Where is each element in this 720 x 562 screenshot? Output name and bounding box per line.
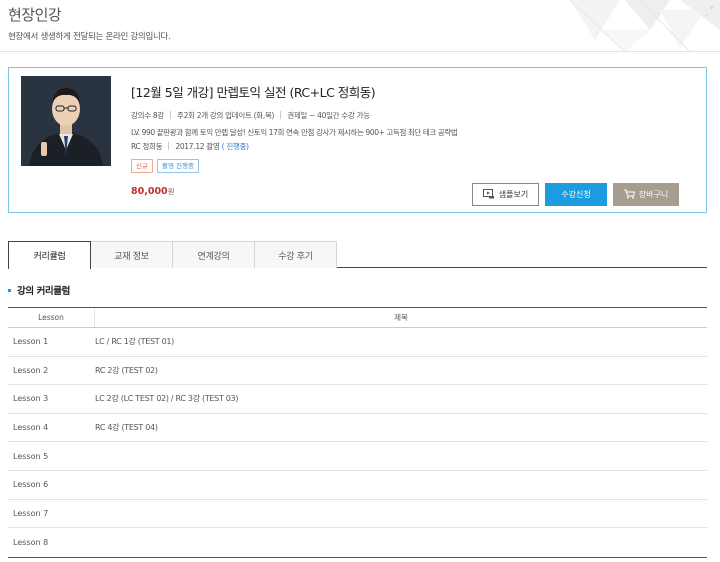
table-row: Lesson 4 RC 4강 (TEST 04) — [8, 414, 707, 443]
meta-separator — [280, 111, 282, 119]
lesson-number: Lesson 7 — [13, 508, 49, 518]
apply-button[interactable]: 수강신청 — [545, 183, 607, 206]
lesson-number: Lesson 3 — [13, 394, 49, 404]
teacher-info: RC 정희동 2017.12 촬영 ( 진행중) — [131, 141, 249, 152]
decorative-pattern — [530, 0, 720, 52]
tab-textbook-info[interactable]: 교재 정보 — [90, 241, 173, 268]
table-row: Lesson 1 LC / RC 1강 (TEST 01) — [8, 328, 707, 357]
lesson-title: LC / RC 1강 (TEST 01) — [95, 337, 174, 347]
lesson-title: RC 2강 (TEST 02) — [95, 365, 158, 375]
tab-curriculum[interactable]: 커리큘럼 — [8, 241, 91, 269]
meta-separator — [169, 111, 171, 119]
page-description: 현장에서 생생하게 전달되는 온라인 강의입니다. — [8, 32, 171, 42]
lesson-number: Lesson 6 — [13, 480, 49, 490]
recording-date: 2017.12 촬영 — [175, 142, 220, 151]
course-badges: 신규 촬영 진행중 — [131, 159, 199, 173]
header-divider — [0, 51, 720, 52]
course-title: [12월 5일 개강] 만렙토익 실전 (RC+LC 정희동) — [131, 85, 376, 100]
curriculum-title-text: 강의 커리큘럼 — [17, 286, 70, 297]
curriculum-section-title: 강의 커리큘럼 — [8, 283, 70, 297]
new-badge: 신규 — [131, 159, 153, 173]
price-value: 80,000 — [131, 186, 168, 197]
subject-column-header: 제목 — [394, 313, 408, 322]
tab-reviews[interactable]: 수강 후기 — [254, 241, 337, 268]
table-header: Lesson 제목 — [8, 308, 707, 328]
recording-status: ( 진행중) — [221, 142, 249, 151]
cart-button-label: 장바구니 — [638, 190, 669, 199]
cart-button[interactable]: 장바구니 — [613, 183, 679, 206]
lesson-number: Lesson 5 — [13, 451, 49, 461]
teacher-photo — [21, 76, 111, 166]
course-description: LV. 990 끝판왕과 함께 토익 만렙 달성! 신토익 17회 연속 만점 … — [131, 128, 458, 137]
study-period: 권제일 ~ 40일간 수강 가능 — [287, 111, 370, 120]
lesson-number: Lesson 4 — [13, 423, 49, 433]
table-row: Lesson 6 — [8, 471, 707, 500]
update-schedule: 주2회 2개 강의 업데이트 (화,목) — [176, 111, 275, 120]
course-price: 80,000원 — [131, 186, 175, 197]
page-title: 현장인강 — [8, 6, 62, 24]
course-meta: 강의수 8강 주2회 2개 강의 업데이트 (화,목) 권제일 ~ 40일간 수강 … — [131, 110, 370, 121]
course-tabs: 커리큘럼 교재 정보 연계강의 수강 후기 — [8, 241, 707, 269]
lecture-count: 강의수 8강 — [131, 111, 164, 120]
recording-badge: 촬영 진행중 — [156, 159, 199, 173]
lesson-number: Lesson 1 — [13, 337, 49, 347]
apply-button-label: 수강신청 — [561, 190, 591, 199]
course-card: [12월 5일 개강] 만렙토익 실전 (RC+LC 정희동) 강의수 8강 주2… — [8, 67, 707, 213]
cart-icon — [623, 189, 635, 201]
curriculum-table: Lesson 제목 Lesson 1 LC / RC 1강 (TEST 01) L… — [8, 307, 707, 558]
lesson-number: Lesson 8 — [13, 537, 49, 547]
play-sample-icon — [482, 188, 495, 201]
teacher-name: RC 정희동 — [131, 142, 163, 151]
table-row: Lesson 7 — [8, 500, 707, 529]
lesson-title: RC 4강 (TEST 04) — [95, 423, 158, 433]
lesson-title: LC 2강 (LC TEST 02) / RC 3강 (TEST 03) — [95, 394, 239, 404]
meta-separator — [168, 142, 170, 150]
sample-button-label: 샘플보기 — [498, 190, 529, 199]
tab-linked-lectures[interactable]: 연계강의 — [172, 241, 255, 268]
lesson-column-header: Lesson — [8, 308, 95, 327]
sample-button[interactable]: 샘플보기 — [472, 183, 539, 206]
bullet-icon — [8, 289, 11, 292]
table-row: Lesson 2 RC 2강 (TEST 02) — [8, 357, 707, 386]
table-row: Lesson 8 — [8, 528, 707, 557]
table-row: Lesson 3 LC 2강 (LC TEST 02) / RC 3강 (TEST… — [8, 385, 707, 414]
lesson-number: Lesson 2 — [13, 365, 49, 375]
price-unit: 원 — [167, 187, 175, 196]
table-row: Lesson 5 — [8, 442, 707, 471]
